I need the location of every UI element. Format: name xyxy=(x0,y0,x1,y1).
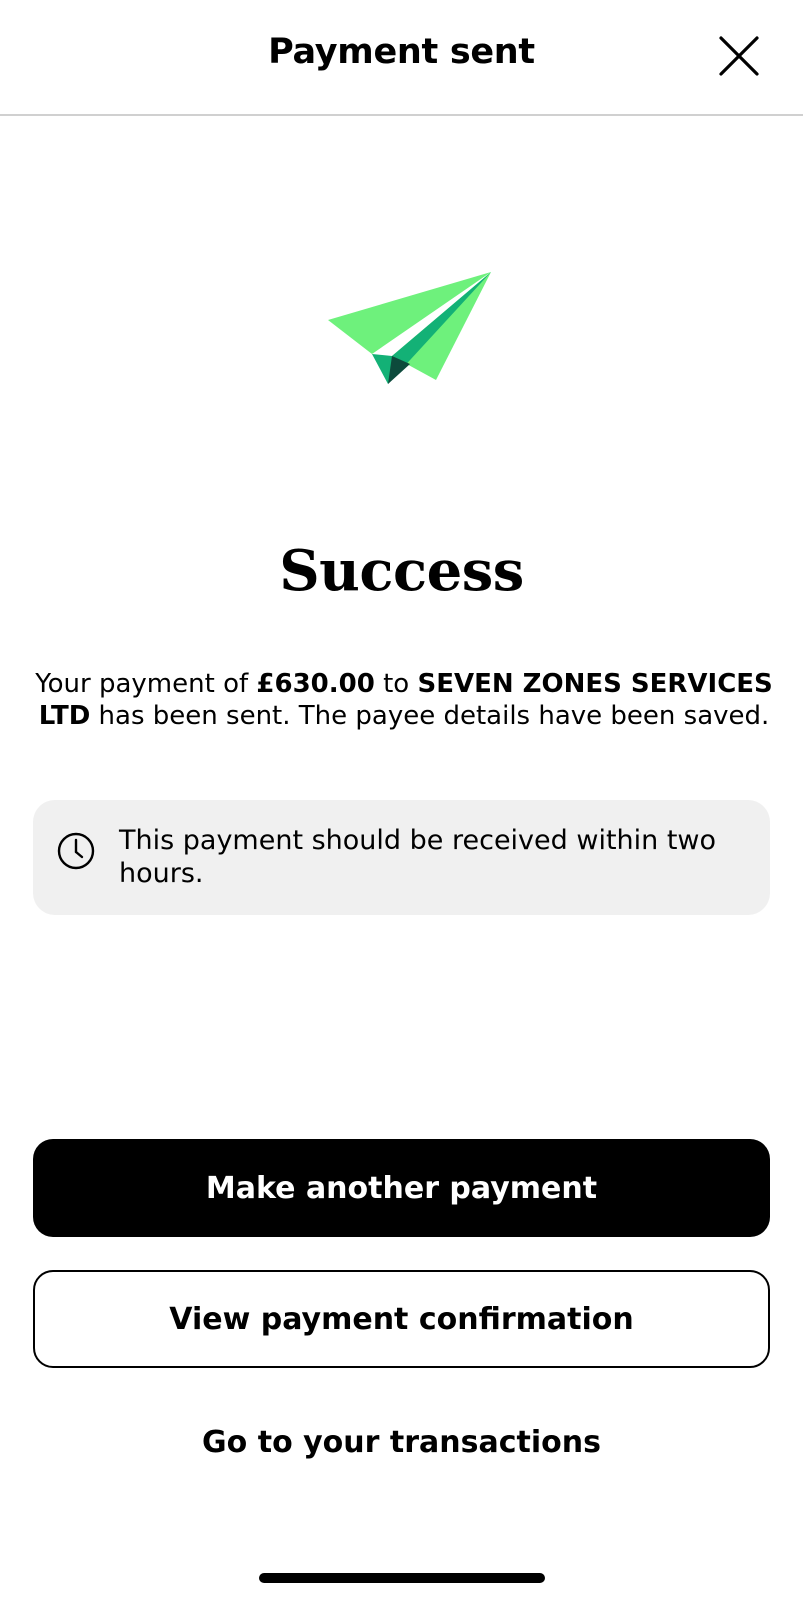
payment-sent-sheet: Payment sent Success Your payment of £63… xyxy=(0,0,803,1600)
info-text: This payment should be received within t… xyxy=(119,825,717,889)
home-indicator[interactable] xyxy=(259,1573,545,1583)
payment-message: Your payment of £630.00 to SEVEN ZONES S… xyxy=(34,668,774,732)
message-prefix: Your payment of xyxy=(35,669,257,699)
page-title: Payment sent xyxy=(268,32,535,72)
paper-plane-icon xyxy=(328,272,491,384)
header: Payment sent xyxy=(0,0,803,116)
message-middle: to xyxy=(374,669,418,699)
go-to-transactions-link[interactable]: Go to your transactions xyxy=(0,1425,803,1460)
make-another-payment-button[interactable]: Make another payment xyxy=(33,1139,770,1237)
payment-amount: £630.00 xyxy=(256,669,375,699)
clock-icon xyxy=(57,832,95,870)
success-heading: Success xyxy=(279,538,524,604)
message-suffix: has been sent. The payee details have be… xyxy=(90,701,770,731)
info-box: This payment should be received within t… xyxy=(33,800,770,915)
close-icon xyxy=(719,36,759,76)
close-button[interactable] xyxy=(718,35,760,77)
view-payment-confirmation-button[interactable]: View payment confirmation xyxy=(33,1270,770,1368)
